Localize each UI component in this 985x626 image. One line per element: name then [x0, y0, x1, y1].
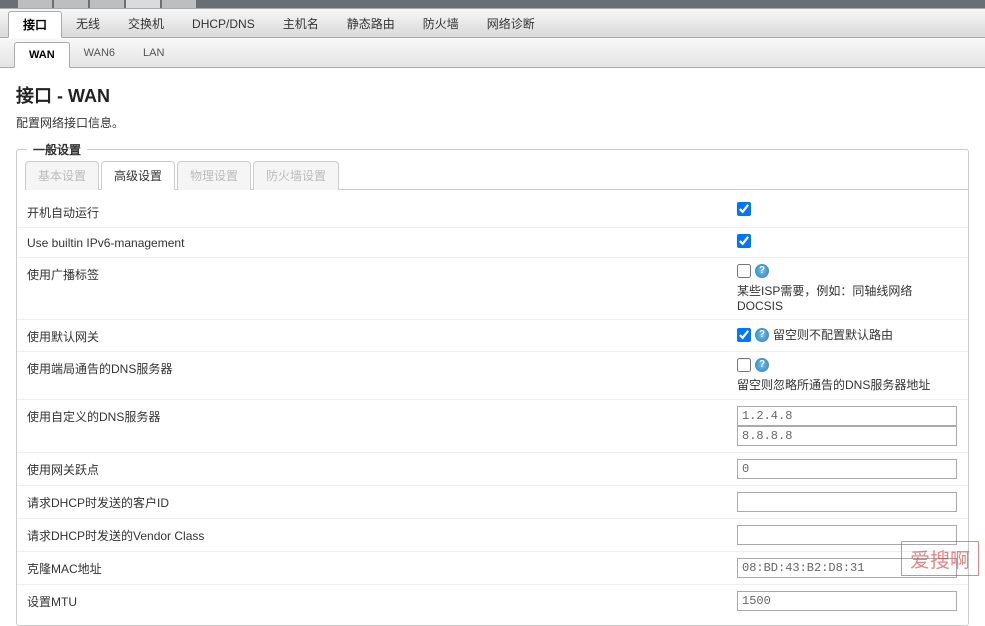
settings-tabs: 基本设置 高级设置 物理设置 防火墙设置 [25, 160, 968, 190]
help-icon[interactable]: ? [755, 358, 769, 372]
label-ipv6: Use builtin IPv6-management [27, 234, 737, 250]
row-ipv6: Use builtin IPv6-management [17, 228, 968, 258]
nav-item-interface[interactable]: 接口 [8, 11, 62, 38]
tab-advanced[interactable]: 高级设置 [101, 161, 175, 190]
help-icon[interactable]: ? [755, 328, 769, 342]
checkbox-ipv6[interactable] [737, 234, 751, 248]
row-peerdns: 使用端局通告的DNS服务器 ? 留空则忽略所通告的DNS服务器地址 [17, 352, 968, 400]
label-mtu: 设置MTU [27, 591, 737, 610]
label-vendorclass: 请求DHCP时发送的Vendor Class [27, 525, 737, 544]
fieldset-legend: 一般设置 [27, 141, 87, 158]
page-title: 接口 - WAN [16, 82, 969, 108]
sub-item-wan6[interactable]: WAN6 [70, 38, 129, 67]
label-clientid: 请求DHCP时发送的客户ID [27, 492, 737, 511]
nav-item-hostname[interactable]: 主机名 [269, 9, 333, 37]
main-navbar: 接口 无线 交换机 DHCP/DNS 主机名 静态路由 防火墙 网络诊断 [0, 8, 985, 38]
page-desc: 配置网络接口信息。 [16, 114, 969, 131]
sub-item-wan[interactable]: WAN [14, 42, 70, 68]
input-customdns-1[interactable] [737, 426, 957, 446]
row-mac: 克隆MAC地址 [17, 552, 968, 585]
row-customdns: 使用自定义的DNS服务器 [17, 400, 968, 453]
tab-basic[interactable]: 基本设置 [25, 161, 99, 190]
label-peerdns: 使用端局通告的DNS服务器 [27, 358, 737, 377]
nav-item-diagnostics[interactable]: 网络诊断 [473, 9, 549, 37]
label-customdns: 使用自定义的DNS服务器 [27, 406, 737, 425]
row-metric: 使用网关跃点 [17, 453, 968, 486]
input-mac[interactable] [737, 558, 957, 578]
row-vendorclass: 请求DHCP时发送的Vendor Class [17, 519, 968, 552]
checkbox-peerdns[interactable] [737, 358, 751, 372]
obscured-top-tabs [0, 0, 985, 8]
input-metric[interactable] [737, 459, 957, 479]
nav-item-static-route[interactable]: 静态路由 [333, 9, 409, 37]
row-autostart: 开机自动运行 [17, 196, 968, 228]
input-customdns-0[interactable] [737, 406, 957, 426]
input-clientid[interactable] [737, 492, 957, 512]
nav-item-switch[interactable]: 交换机 [114, 9, 178, 37]
sub-item-lan[interactable]: LAN [129, 38, 178, 67]
row-clientid: 请求DHCP时发送的客户ID [17, 486, 968, 519]
nav-item-dhcp-dns[interactable]: DHCP/DNS [178, 9, 269, 37]
tab-firewall[interactable]: 防火墙设置 [253, 161, 339, 190]
help-icon[interactable]: ? [755, 264, 769, 278]
label-defgw: 使用默认网关 [27, 326, 737, 345]
input-mtu[interactable] [737, 591, 957, 611]
general-settings-fieldset: 一般设置 基本设置 高级设置 物理设置 防火墙设置 开机自动运行 Use bui… [16, 149, 969, 626]
label-metric: 使用网关跃点 [27, 459, 737, 478]
row-defgw: 使用默认网关 ? 留空则不配置默认路由 [17, 320, 968, 352]
input-vendorclass[interactable] [737, 525, 957, 545]
label-mac: 克隆MAC地址 [27, 558, 737, 577]
checkbox-autostart[interactable] [737, 202, 751, 216]
label-broadcast: 使用广播标签 [27, 264, 737, 283]
checkbox-broadcast[interactable] [737, 264, 751, 278]
nav-item-firewall[interactable]: 防火墙 [409, 9, 473, 37]
row-broadcast: 使用广播标签 ? 某些ISP需要，例如：同轴线网络DOCSIS [17, 258, 968, 320]
content-area: 接口 - WAN 配置网络接口信息。 一般设置 基本设置 高级设置 物理设置 防… [0, 68, 985, 626]
checkbox-defgw[interactable] [737, 328, 751, 342]
help-broadcast: 某些ISP需要，例如：同轴线网络DOCSIS [737, 282, 958, 313]
nav-item-wireless[interactable]: 无线 [62, 9, 114, 37]
label-autostart: 开机自动运行 [27, 202, 737, 221]
help-peerdns: 留空则忽略所通告的DNS服务器地址 [737, 376, 930, 393]
interface-subbar: WAN WAN6 LAN [0, 38, 985, 68]
help-defgw: 留空则不配置默认路由 [773, 326, 893, 343]
tab-physical[interactable]: 物理设置 [177, 161, 251, 190]
